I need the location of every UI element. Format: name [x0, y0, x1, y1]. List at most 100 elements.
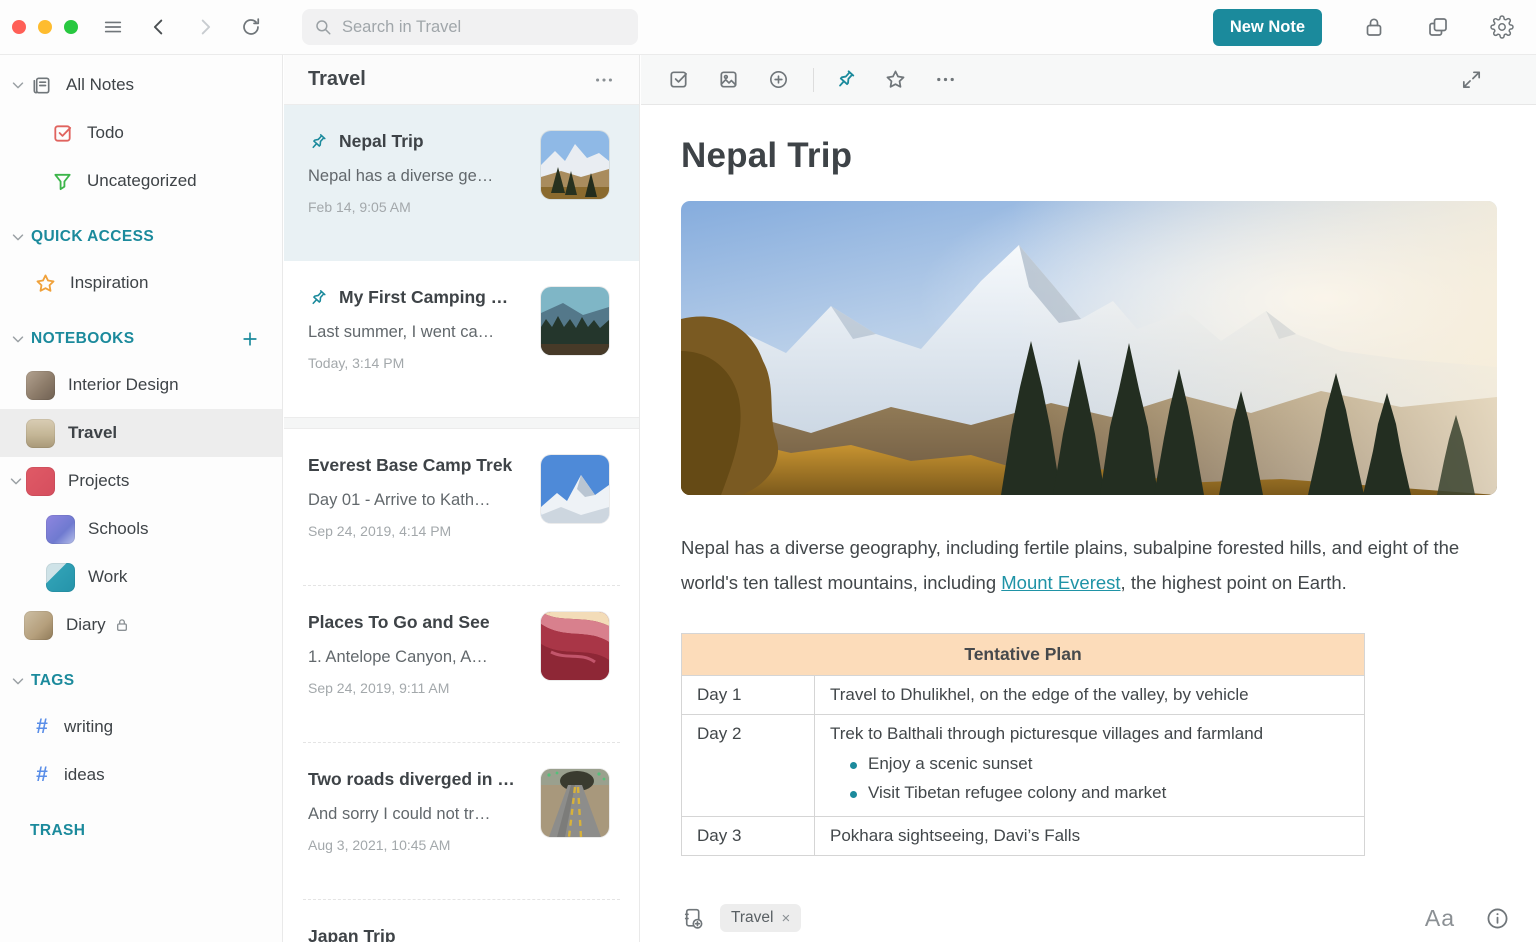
note-item-two-roads[interactable]: Two roads diverged in … And sorry I coul… [284, 743, 639, 899]
forward-button[interactable] [194, 16, 216, 38]
section-label: NOTEBOOKS [31, 330, 135, 347]
sidebar-item-inspiration[interactable]: Inspiration [0, 259, 282, 307]
chevron-down-icon[interactable] [9, 330, 27, 348]
sidebar-item-trash[interactable]: TRASH [0, 809, 282, 853]
zoom-window-button[interactable] [64, 20, 78, 34]
section-notebooks[interactable]: NOTEBOOKS [0, 317, 282, 361]
plan-text: Trek to Balthali through picturesque vil… [830, 724, 1264, 743]
search-box[interactable] [302, 9, 638, 45]
sidebar-item-uncategorized[interactable]: Uncategorized [0, 157, 282, 205]
chevron-down-icon[interactable] [9, 76, 27, 94]
toolbar-divider [813, 67, 814, 92]
tag-chip-label: Travel [731, 909, 774, 926]
back-button[interactable] [148, 16, 170, 38]
windows-icon[interactable] [1426, 15, 1450, 39]
more-options-icon[interactable] [934, 68, 957, 91]
sidebar-tag-ideas[interactable]: # ideas [0, 751, 282, 799]
tentative-plan-table[interactable]: Tentative Plan Day 1 Travel to Dhulikhel… [681, 633, 1365, 856]
insert-plus-icon[interactable] [767, 68, 790, 91]
note-date: Today, 3:14 PM [308, 355, 405, 371]
close-window-button[interactable] [12, 20, 26, 34]
note-date: Sep 24, 2019, 9:11 AM [308, 680, 450, 696]
hamburger-menu-icon[interactable] [102, 16, 124, 38]
note-thumbnail [541, 287, 609, 355]
sidebar-notebook-schools[interactable]: Schools [0, 505, 282, 553]
note-title: Everest Base Camp Trek [308, 455, 513, 475]
sidebar-item-todo[interactable]: Todo [0, 109, 282, 157]
section-tags[interactable]: TAGS [0, 659, 282, 703]
expand-icon[interactable] [1460, 68, 1483, 91]
note-thumbnail [541, 612, 609, 680]
window-controls [12, 20, 78, 34]
note-paragraph[interactable]: Nepal has a diverse geography, including… [681, 530, 1495, 600]
add-notebook-icon[interactable] [240, 329, 260, 349]
editor-panel: Nepal Trip Nepal has a diverse geography… [641, 55, 1536, 942]
sidebar-item-label: Todo [87, 123, 124, 142]
note-page-title[interactable]: Nepal Trip [681, 136, 1496, 176]
note-date: Feb 14, 9:05 AM [308, 199, 411, 215]
insert-image-icon[interactable] [717, 68, 740, 91]
table-row: Day 2 Trek to Balthali through picturesq… [681, 714, 1365, 817]
text-format-button[interactable]: Aa [1425, 905, 1455, 932]
pin-icon [308, 288, 328, 308]
plan-bullet-list: Enjoy a scenic sunset Visit Tibetan refu… [830, 754, 1349, 803]
hero-image[interactable] [681, 201, 1497, 495]
note-list-panel: Travel Nepal Trip Nepal has a diverse ge… [284, 55, 640, 942]
sidebar-tag-writing[interactable]: # writing [0, 703, 282, 751]
plan-cell[interactable]: Travel to Dhulikhel, on the edge of the … [814, 675, 1365, 715]
sidebar-item-label: All Notes [66, 75, 135, 94]
refresh-button[interactable] [240, 16, 262, 38]
section-label: TAGS [31, 672, 75, 689]
note-item-everest-base-camp[interactable]: Everest Base Camp Trek Day 01 - Arrive t… [284, 429, 639, 585]
star-note-icon[interactable] [884, 68, 907, 91]
note-thumbnail [541, 455, 609, 523]
sidebar-notebook-projects[interactable]: Projects [0, 457, 282, 505]
new-note-button[interactable]: New Note [1212, 8, 1322, 46]
sidebar-item-label: Travel [68, 423, 118, 442]
pin-note-icon[interactable] [834, 68, 857, 91]
settings-gear-icon[interactable] [1490, 15, 1514, 39]
checkbox-icon[interactable] [667, 68, 690, 91]
bullet-item: Visit Tibetan refugee colony and market [844, 783, 1349, 803]
note-item-japan-trip[interactable]: Japan Trip [284, 900, 639, 942]
chevron-down-icon[interactable] [9, 228, 27, 246]
editor-footer: Travel × Aa [641, 894, 1536, 942]
plan-cell[interactable]: Pokhara sightseeing, Davi’s Falls [814, 816, 1365, 856]
hash-icon: # [36, 763, 48, 786]
info-icon[interactable] [1485, 906, 1510, 931]
day-cell[interactable]: Day 3 [681, 816, 815, 856]
sidebar-item-label: ideas [64, 765, 105, 784]
sidebar-notebook-interior-design[interactable]: Interior Design [0, 361, 282, 409]
tag-chip-travel[interactable]: Travel × [720, 904, 802, 932]
sidebar-notebook-diary[interactable]: Diary [0, 601, 282, 649]
paragraph-text: , the highest point on Earth. [1120, 572, 1347, 593]
notebook-thumbnail [46, 514, 75, 544]
editor-content[interactable]: Nepal Trip Nepal has a diverse geography… [641, 105, 1536, 894]
chevron-down-icon[interactable] [7, 472, 25, 490]
plan-cell[interactable]: Trek to Balthali through picturesque vil… [814, 714, 1365, 817]
day-cell[interactable]: Day 2 [681, 714, 815, 817]
sidebar-item-all-notes[interactable]: All Notes [0, 61, 282, 109]
sidebar-notebook-travel[interactable]: Travel [0, 409, 282, 457]
minimize-window-button[interactable] [38, 20, 52, 34]
note-thumbnail [541, 131, 609, 199]
sidebar-item-label: Work [88, 567, 128, 586]
note-item-places-to-go[interactable]: Places To Go and See 1. Antelope Canyon,… [284, 586, 639, 742]
more-options-icon[interactable] [593, 69, 615, 91]
sidebar-item-label: Uncategorized [87, 171, 197, 190]
sidebar-item-label: Diary [66, 615, 106, 634]
note-title: Japan Trip [308, 926, 396, 942]
sidebar-notebook-work[interactable]: Work [0, 553, 282, 601]
search-input[interactable] [342, 17, 612, 37]
chevron-down-icon[interactable] [9, 672, 27, 690]
day-cell[interactable]: Day 1 [681, 675, 815, 715]
note-item-my-first-camping[interactable]: My First Camping … Last summer, I went c… [284, 261, 639, 417]
star-icon [34, 272, 57, 295]
lock-icon[interactable] [1362, 15, 1386, 39]
close-icon[interactable]: × [782, 910, 791, 927]
add-to-notebook-icon[interactable] [681, 906, 706, 931]
mount-everest-link[interactable]: Mount Everest [1001, 572, 1120, 593]
note-item-nepal-trip[interactable]: Nepal Trip Nepal has a diverse ge… Feb 1… [284, 105, 639, 261]
note-list-header: Travel [284, 55, 639, 105]
section-quick-access[interactable]: QUICK ACCESS [0, 215, 282, 259]
